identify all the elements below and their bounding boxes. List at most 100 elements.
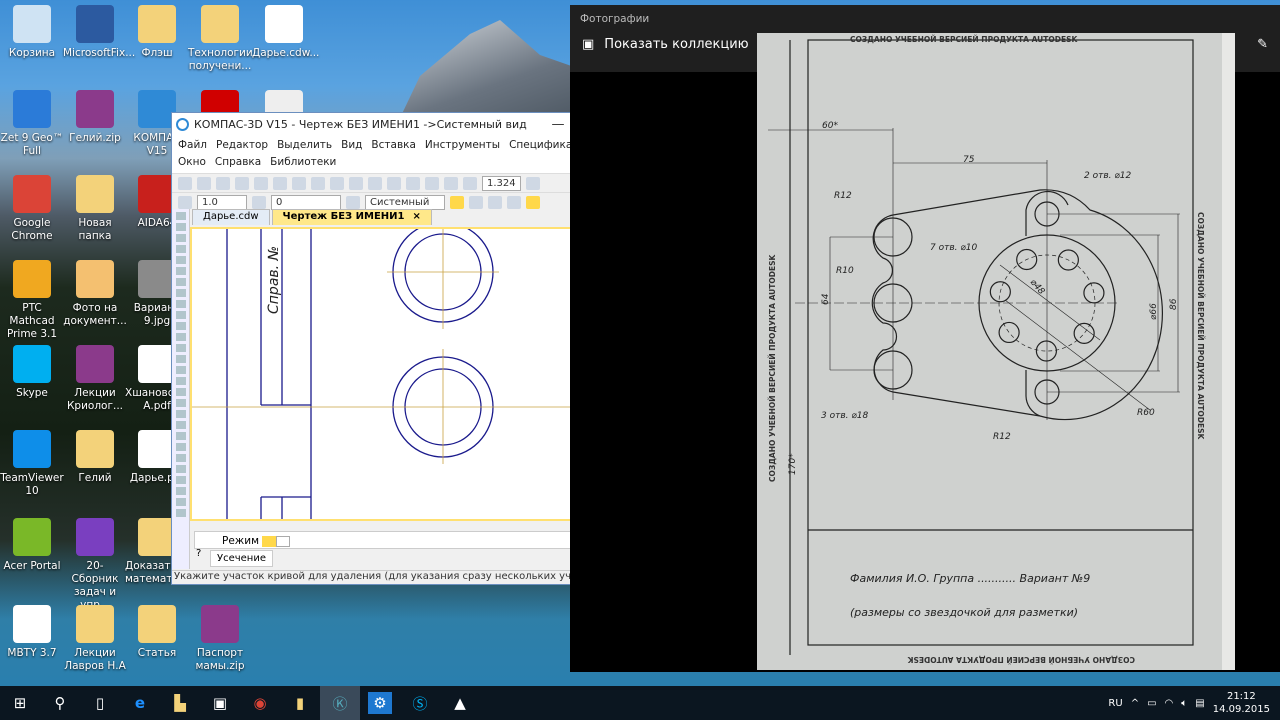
acer-portal-icon: [13, 518, 51, 556]
document-tab[interactable]: Чертеж БЕЗ ИМЕНИ1 ×: [271, 209, 432, 225]
menu-item[interactable]: Окно: [178, 154, 206, 171]
battery-icon[interactable]: ▭: [1147, 698, 1156, 709]
dim-86: 86: [1169, 298, 1179, 310]
menu-item[interactable]: Справка: [215, 154, 261, 171]
mode-toggle[interactable]: [262, 535, 277, 547]
open-icon[interactable]: [197, 176, 211, 190]
mode-toggle-alt[interactable]: [276, 535, 291, 547]
language-indicator[interactable]: RU: [1108, 698, 1122, 709]
desktop-icon[interactable]: Skype: [0, 345, 64, 400]
menu-item[interactable]: Вид: [341, 137, 362, 154]
store-icon[interactable]: ▣: [200, 686, 240, 720]
desktop-icon[interactable]: Google Chrome: [0, 175, 64, 243]
menu-item[interactable]: Редактор: [216, 137, 268, 154]
properties-icon[interactable]: [330, 176, 344, 190]
paste-icon[interactable]: [311, 176, 325, 190]
teamviewer-icon: [13, 430, 51, 468]
angle-select[interactable]: 0: [271, 194, 341, 210]
desktop-icon[interactable]: Лекции Криолог...: [63, 345, 127, 413]
preview-icon[interactable]: [254, 176, 268, 190]
layer-select[interactable]: Системный сл: [365, 194, 445, 221]
desktop-icon[interactable]: Статья: [125, 605, 189, 660]
skype-icon: [13, 345, 51, 383]
desktop-icon[interactable]: Лекции Лавров Н.А: [63, 605, 127, 673]
desktop-icon-label: TeamViewer 10: [0, 472, 64, 497]
start-button[interactable]: ⊞: [0, 686, 40, 720]
wifi-icon[interactable]: ◠: [1165, 698, 1174, 709]
round-icon[interactable]: [526, 195, 540, 209]
skype-taskbar-icon[interactable]: Ⓢ: [400, 686, 440, 720]
help-icon[interactable]: [425, 176, 439, 190]
step-select[interactable]: 1.0: [197, 194, 247, 210]
desktop-icon[interactable]: MicrosoftFix...: [63, 5, 135, 60]
desktop-icon[interactable]: Технологии получени...: [188, 5, 253, 73]
desktop-icon[interactable]: Дарье.cdw...: [252, 5, 319, 60]
desktop-icon-label: Skype: [16, 387, 48, 399]
menu-item[interactable]: Файл: [178, 137, 207, 154]
menu-item[interactable]: Вставка: [371, 137, 416, 154]
copy-icon[interactable]: [292, 176, 306, 190]
dim-r12-top: R12: [834, 191, 852, 201]
explorer-icon[interactable]: ▙: [160, 686, 200, 720]
layer-icon: [346, 195, 360, 209]
photos-taskbar-icon[interactable]: ▲: [440, 686, 480, 720]
desktop-icon[interactable]: Флэш: [125, 5, 189, 60]
desktop-icon-label: Google Chrome: [11, 217, 53, 242]
settings-icon[interactable]: ⚙: [360, 686, 400, 720]
desktop-icon[interactable]: Гелий: [63, 430, 127, 485]
undo-icon[interactable]: [349, 176, 363, 190]
desktop-icon[interactable]: MBTY 3.7: [0, 605, 64, 660]
chrome-icon[interactable]: ◉: [240, 686, 280, 720]
new-icon[interactable]: [178, 176, 192, 190]
document-tab[interactable]: Дарье.cdw: [192, 209, 270, 225]
tab-trim[interactable]: Усечение: [210, 550, 273, 567]
print-icon[interactable]: [235, 176, 249, 190]
file-icon[interactable]: ▮: [280, 686, 320, 720]
desktop-icon[interactable]: Новая папка: [63, 175, 127, 243]
desktop-icon-label: Паспорт мамы.zip: [195, 647, 245, 672]
search-icon[interactable]: ⚲: [40, 686, 80, 720]
cut-icon[interactable]: [273, 176, 287, 190]
zoom-icon[interactable]: [463, 176, 477, 190]
tab-close-icon[interactable]: ×: [412, 211, 420, 222]
desktop-icon-label: Acer Portal: [3, 560, 61, 572]
task-view-icon[interactable]: ▯: [80, 686, 120, 720]
zoom-select[interactable]: 1.324: [482, 175, 521, 191]
menu-item[interactable]: Библиотеки: [270, 154, 336, 171]
watermark-left: СОЗДАНО УЧЕБНОЙ ВЕРСИЕЙ ПРОДУКТА AUTODES…: [768, 254, 777, 482]
desktop-icon-label: Лекции Криолог...: [66, 387, 124, 412]
ortho-icon[interactable]: [469, 195, 483, 209]
kompas-taskbar-icon[interactable]: Ⓚ: [320, 686, 360, 720]
folder-icon: [76, 605, 114, 643]
desktop-icon[interactable]: PTC Mathcad Prime 3.1: [0, 260, 64, 341]
recycle-bin-icon: [13, 5, 51, 43]
notifications-icon[interactable]: ▤: [1195, 698, 1204, 709]
desktop-icon[interactable]: Паспорт мамы.zip: [188, 605, 252, 673]
manager-icon[interactable]: [387, 176, 401, 190]
edge-icon[interactable]: e: [120, 686, 160, 720]
menu-item[interactable]: Инструменты: [425, 137, 500, 154]
desktop-icon[interactable]: TeamViewer 10: [0, 430, 64, 498]
mode-label: Режим: [222, 535, 259, 547]
desktop-icon[interactable]: 20- Сборник задач и упр...: [63, 518, 127, 612]
variables-icon[interactable]: [406, 176, 420, 190]
snap-icon[interactable]: [450, 195, 464, 209]
time: 21:12: [1226, 691, 1256, 702]
desktop-icon[interactable]: Acer Portal: [0, 518, 64, 573]
save-icon[interactable]: [216, 176, 230, 190]
menu-item[interactable]: Выделить: [277, 137, 332, 154]
grid-icon[interactable]: [488, 195, 502, 209]
chevron-up-icon[interactable]: ^: [1131, 698, 1139, 709]
clock[interactable]: 21:12 14.09.2015: [1213, 690, 1270, 716]
folder-icon: [76, 175, 114, 213]
redo-icon[interactable]: [368, 176, 382, 190]
refresh-icon[interactable]: [525, 176, 540, 190]
help-icon[interactable]: ?: [196, 548, 201, 559]
zoom-window-icon[interactable]: [444, 176, 458, 190]
desktop-icon[interactable]: Корзина: [0, 5, 64, 60]
volume-icon[interactable]: 🔈︎: [1181, 698, 1187, 709]
desktop-icon[interactable]: Zet 9 Geo™ Full: [0, 90, 64, 158]
desktop-icon[interactable]: Гелий.zip: [63, 90, 127, 145]
coords-icon[interactable]: [507, 195, 521, 209]
desktop-icon[interactable]: Фото на документ...: [63, 260, 127, 328]
